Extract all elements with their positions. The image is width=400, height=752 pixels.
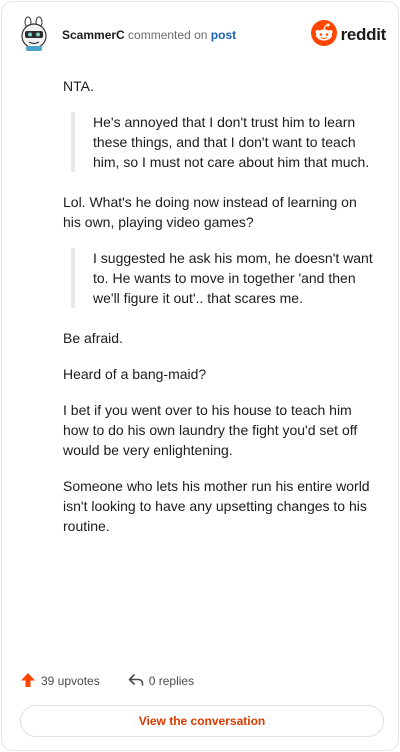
replies-control[interactable]: 0 replies bbox=[128, 672, 194, 691]
upvote-control[interactable]: 39 upvotes bbox=[20, 672, 100, 691]
commented-on-text: commented on bbox=[128, 28, 208, 42]
comment-paragraph: Heard of a bang-maid? bbox=[63, 366, 207, 382]
comment-paragraph: I bet if you went over to his house to t… bbox=[63, 402, 358, 458]
comment-body: NTA. He's annoyed that I don't trust him… bbox=[63, 76, 373, 552]
comment-header: ScammerC commented on post reddit bbox=[18, 16, 386, 56]
upvote-count: 39 upvotes bbox=[41, 674, 100, 688]
snoo-avatar-icon[interactable] bbox=[18, 16, 50, 52]
comment-meta: ScammerC commented on post bbox=[62, 28, 236, 42]
upvote-arrow-icon[interactable] bbox=[20, 672, 41, 691]
reply-count: 0 replies bbox=[148, 674, 195, 688]
comment-card: ScammerC commented on post reddit NTA. H… bbox=[1, 1, 399, 751]
reddit-logo-icon bbox=[310, 19, 337, 51]
reddit-logo[interactable]: reddit bbox=[310, 19, 387, 51]
comment-footer: 39 upvotes 0 replies bbox=[20, 670, 194, 692]
view-conversation-button[interactable]: View the conversation bbox=[20, 705, 384, 737]
reply-arrow-icon[interactable] bbox=[128, 672, 149, 691]
blockquote: He's annoyed that I don't trust him to l… bbox=[71, 112, 373, 172]
comment-paragraph: Be afraid. bbox=[63, 330, 123, 346]
comment-paragraph: NTA. bbox=[63, 78, 94, 94]
post-link[interactable]: post bbox=[211, 28, 236, 42]
quote-text: I suggested he ask his mom, he doesn't w… bbox=[93, 250, 373, 306]
comment-paragraph: Someone who lets his mother run his enti… bbox=[63, 478, 370, 534]
reddit-wordmark: reddit bbox=[340, 25, 387, 44]
comment-paragraph: Lol. What's he doing now instead of lear… bbox=[63, 194, 357, 230]
blockquote: I suggested he ask his mom, he doesn't w… bbox=[71, 248, 373, 308]
author-name[interactable]: ScammerC bbox=[62, 28, 125, 42]
quote-text: He's annoyed that I don't trust him to l… bbox=[93, 114, 370, 170]
